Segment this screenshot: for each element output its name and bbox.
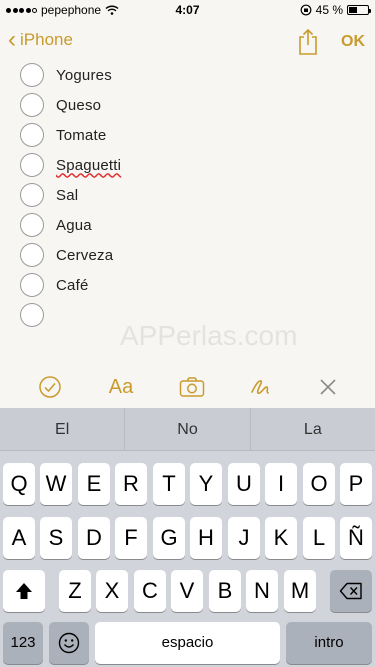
checklist-item: Spaguetti [20,150,121,180]
checklist-item-text[interactable]: Cerveza [56,247,113,264]
key-b[interactable]: B [209,570,241,612]
prediction-suggestion[interactable]: No [125,408,251,450]
key-g[interactable]: G [153,517,185,559]
back-button[interactable]: ‹ iPhone [8,26,73,53]
space-key[interactable]: espacio [95,622,280,664]
checklist-item [20,300,56,330]
checklist-item: Yogures [20,60,112,90]
orientation-lock-icon [300,4,312,16]
keyboard: El No La Q W E R T Y U I O P A S D F G H… [0,408,375,667]
checkbox-circle[interactable] [20,123,44,147]
key-k[interactable]: K [265,517,297,559]
prediction-suggestion[interactable]: La [251,408,375,450]
checklist-item: Agua [20,210,92,240]
checkbox-circle[interactable] [20,183,44,207]
chevron-left-icon: ‹ [8,26,16,53]
key-d[interactable]: D [78,517,110,559]
key-o[interactable]: O [303,463,335,505]
numbers-key[interactable]: 123 [3,622,43,664]
checkbox-circle[interactable] [20,213,44,237]
key-e[interactable]: E [78,463,110,505]
shift-arrow-icon [16,583,32,599]
key-v[interactable]: V [171,570,203,612]
checklist-item-text[interactable]: Agua [56,217,92,234]
checklist-item: Cerveza [20,240,113,270]
close-icon[interactable] [316,373,340,401]
key-n-tilde[interactable]: Ñ [340,517,372,559]
checklist-item: Queso [20,90,101,120]
backspace-icon [339,582,362,600]
carrier-name: pepephone [41,3,102,17]
status-left: pepephone [6,3,119,17]
checklist-item-text[interactable]: Queso [56,97,101,114]
key-r[interactable]: R [115,463,147,505]
note-toolbar: Aa [0,366,375,408]
key-q[interactable]: Q [3,463,35,505]
checkbox-circle[interactable] [20,273,44,297]
key-a[interactable]: A [3,517,35,559]
done-button[interactable]: OK [341,33,365,51]
checklist-item: Café [20,270,89,300]
checklist-item-text[interactable]: Spaguetti [56,157,121,174]
predictive-bar: El No La [0,408,375,451]
checklist-item-text[interactable]: Tomate [56,127,106,144]
key-m[interactable]: M [284,570,316,612]
key-h[interactable]: H [190,517,222,559]
checkbox-circle[interactable] [20,63,44,87]
key-n[interactable]: N [246,570,278,612]
checkbox-circle[interactable] [20,153,44,177]
watermark: APPerlas.com [120,320,298,351]
key-s[interactable]: S [40,517,72,559]
return-key[interactable]: intro [286,622,372,664]
emoji-icon [58,632,80,654]
sketch-icon[interactable] [246,373,274,401]
checkbox-circle[interactable] [20,243,44,267]
checklist-item-text[interactable]: Café [56,277,89,294]
nav-bar: ‹ iPhone OK [0,20,375,64]
key-c[interactable]: C [134,570,166,612]
key-l[interactable]: L [303,517,335,559]
battery-percent: 45 % [315,3,343,17]
wifi-icon [105,5,119,15]
checklist-item: Sal [20,180,78,210]
checkmark-circle-icon[interactable] [36,373,64,401]
key-f[interactable]: F [115,517,147,559]
checklist-item: Tomate [20,120,106,150]
checklist-item-text[interactable]: Sal [56,187,78,204]
key-u[interactable]: U [228,463,260,505]
status-right: 45 % [300,3,371,17]
key-p[interactable]: P [340,463,372,505]
status-bar: pepephone 4:07 45 % [0,0,375,20]
emoji-key[interactable] [49,622,89,664]
prediction-suggestion[interactable]: El [0,408,126,450]
delete-key[interactable] [330,570,372,612]
key-w[interactable]: W [40,463,72,505]
checkbox-circle[interactable] [20,303,44,327]
key-t[interactable]: T [153,463,185,505]
camera-icon[interactable] [178,373,206,401]
share-icon[interactable] [296,27,320,57]
key-z[interactable]: Z [59,570,91,612]
signal-icon [6,7,37,13]
text-format-icon[interactable]: Aa [103,373,139,401]
checkbox-circle[interactable] [20,93,44,117]
key-x[interactable]: X [96,570,128,612]
key-i[interactable]: I [265,463,297,505]
key-y[interactable]: Y [190,463,222,505]
checklist-item-text[interactable]: Yogures [56,67,112,84]
shift-key[interactable] [3,570,45,612]
back-label: iPhone [20,30,73,49]
key-j[interactable]: J [228,517,260,559]
battery-icon [347,5,371,15]
